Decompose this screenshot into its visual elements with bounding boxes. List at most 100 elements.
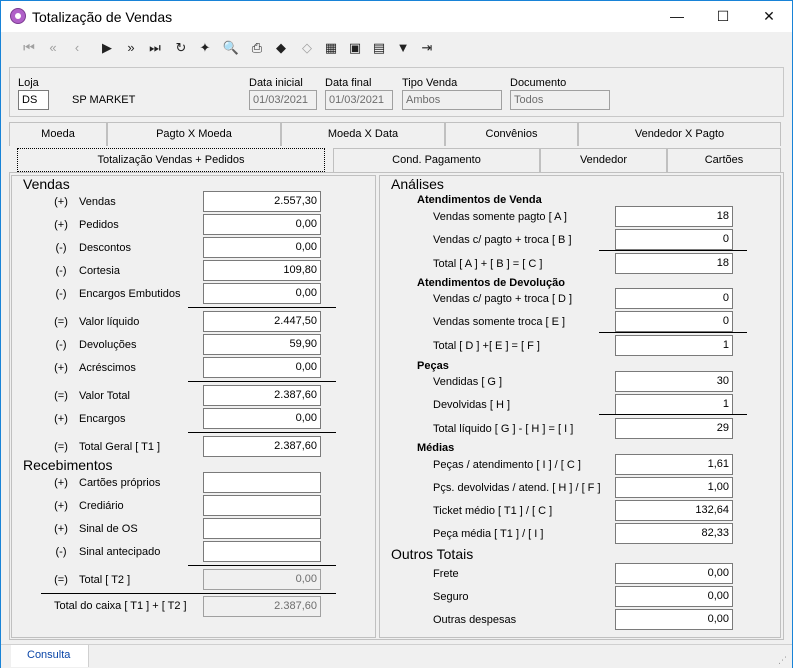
tab2-2[interactable]: Vendedor: [540, 148, 667, 172]
recebimentos-value[interactable]: [203, 495, 321, 516]
medias-value[interactable]: 82,33: [615, 523, 733, 544]
atend-devol-value[interactable]: 0: [615, 288, 733, 309]
recebimentos-value[interactable]: [203, 518, 321, 539]
atend-venda-value[interactable]: 18: [615, 253, 733, 274]
tab-3[interactable]: Convênios: [445, 122, 578, 146]
vendas-value[interactable]: 2.387,60: [203, 385, 321, 406]
print-icon[interactable]: ⎙: [247, 38, 267, 58]
pecas-title: Peças: [417, 360, 449, 372]
export-icon[interactable]: ▤: [369, 38, 389, 58]
recebimentos-value[interactable]: [203, 541, 321, 562]
pecas-value[interactable]: 30: [615, 371, 733, 392]
medias-value[interactable]: 132,64: [615, 500, 733, 521]
op-sign: (+): [54, 219, 68, 231]
data-final-label: Data final: [325, 77, 372, 89]
documento-field[interactable]: Todos: [510, 90, 610, 110]
atend-devol-title: Atendimentos de Devolução: [417, 277, 565, 289]
pecas-value[interactable]: 29: [615, 418, 733, 439]
status-bar: Consulta ⋰: [1, 644, 792, 668]
tab2-1[interactable]: Cond. Pagamento: [333, 148, 540, 172]
op-sign: (-): [55, 265, 67, 277]
refresh-icon[interactable]: ↻: [171, 38, 191, 58]
report-icon[interactable]: ▣: [345, 38, 365, 58]
recebimentos-title: Recebimentos: [23, 457, 113, 473]
analises-title: Análises: [391, 176, 444, 192]
vendas-value[interactable]: 2.387,60: [203, 436, 321, 457]
medias-value[interactable]: 1,61: [615, 454, 733, 475]
loja-name: SP MARKET: [72, 94, 136, 106]
atend-venda-value[interactable]: 0: [615, 229, 733, 250]
maximize-button[interactable]: ☐: [700, 1, 746, 31]
last-icon[interactable]: ⏭: [145, 38, 165, 58]
vendas-label: Descontos: [79, 242, 131, 254]
preview-icon[interactable]: 🔍: [221, 38, 241, 58]
vendas-label: Valor Total: [79, 390, 130, 402]
funnel-icon[interactable]: ▼: [393, 38, 413, 58]
atend-venda-label: Vendas somente pagto [ A ]: [433, 211, 567, 223]
minimize-button[interactable]: —: [654, 1, 700, 31]
eraser-icon[interactable]: ◆: [271, 38, 291, 58]
outros-value[interactable]: 0,00: [615, 609, 733, 630]
data-inicial-field[interactable]: 01/03/2021: [249, 90, 317, 110]
close-button[interactable]: ✕: [746, 1, 792, 31]
recebimentos-label: Cartões próprios: [79, 477, 161, 489]
vendas-label: Pedidos: [79, 219, 119, 231]
tab2-0[interactable]: Totalização Vendas + Pedidos: [17, 148, 325, 172]
first-icon[interactable]: ⏮: [19, 38, 39, 58]
vendas-value[interactable]: 2.447,50: [203, 311, 321, 332]
status-tab-consulta[interactable]: Consulta: [11, 645, 89, 667]
next-page-icon[interactable]: »: [121, 38, 141, 58]
goto-icon[interactable]: ◇: [297, 38, 317, 58]
prev-icon[interactable]: ‹: [67, 38, 87, 58]
wand-icon[interactable]: ✦: [195, 38, 215, 58]
data-final-field[interactable]: 01/03/2021: [325, 90, 393, 110]
tab-1[interactable]: Pagto X Moeda: [107, 122, 281, 146]
loja-input[interactable]: DS: [18, 90, 49, 110]
atend-devol-value[interactable]: 1: [615, 335, 733, 356]
op-sign: (=): [54, 441, 68, 453]
resize-grip-icon[interactable]: ⋰: [778, 655, 788, 665]
tipo-venda-field[interactable]: Ambos: [402, 90, 502, 110]
vendas-label: Encargos: [79, 413, 126, 425]
recebimentos-value[interactable]: 0,00: [203, 569, 321, 590]
divider: [599, 414, 747, 415]
vendas-value[interactable]: 0,00: [203, 237, 321, 258]
atend-venda-title: Atendimentos de Venda: [417, 194, 542, 206]
op-sign: (+): [54, 500, 68, 512]
title-bar: Totalização de Vendas — ☐ ✕: [1, 1, 792, 32]
window-title: Totalização de Vendas: [32, 9, 173, 25]
exit-icon[interactable]: ⇥: [417, 38, 437, 58]
prev-page-icon[interactable]: «: [43, 38, 63, 58]
outros-label: Outras despesas: [433, 614, 517, 626]
vendas-label: Total Geral [ T1 ]: [79, 441, 161, 453]
pecas-label: Vendidas [ G ]: [433, 376, 503, 388]
vendas-value[interactable]: 0,00: [203, 283, 321, 304]
atend-venda-label: Total [ A ] + [ B ] = [ C ]: [433, 258, 543, 270]
vendas-value[interactable]: 59,90: [203, 334, 321, 355]
divider: [188, 432, 336, 433]
op-sign: (+): [54, 196, 68, 208]
vendas-value[interactable]: 0,00: [203, 408, 321, 429]
tab-2[interactable]: Moeda X Data: [281, 122, 445, 146]
vendas-value[interactable]: 0,00: [203, 214, 321, 235]
outros-value[interactable]: 0,00: [615, 563, 733, 584]
vendas-value[interactable]: 2.557,30: [203, 191, 321, 212]
recebimentos-value[interactable]: [203, 472, 321, 493]
tab-0[interactable]: Moeda: [9, 122, 107, 146]
op-sign: (+): [54, 362, 68, 374]
tab2-3[interactable]: Cartões: [667, 148, 781, 172]
outros-value[interactable]: 0,00: [615, 586, 733, 607]
atend-devol-label: Vendas somente troca [ E ]: [433, 316, 566, 328]
medias-value[interactable]: 1,00: [615, 477, 733, 498]
vendas-value[interactable]: 0,00: [203, 357, 321, 378]
medias-label: Peças / atendimento [ I ] / [ C ]: [433, 459, 581, 471]
pecas-value[interactable]: 1: [615, 394, 733, 415]
filter-box-icon[interactable]: ▦: [321, 38, 341, 58]
tab-4[interactable]: Vendedor X Pagto: [578, 122, 781, 146]
atend-devol-value[interactable]: 0: [615, 311, 733, 332]
divider: [188, 565, 336, 566]
atend-venda-value[interactable]: 18: [615, 206, 733, 227]
vendas-value[interactable]: 109,80: [203, 260, 321, 281]
next-icon[interactable]: ▶: [97, 38, 117, 58]
divider: [41, 593, 336, 594]
